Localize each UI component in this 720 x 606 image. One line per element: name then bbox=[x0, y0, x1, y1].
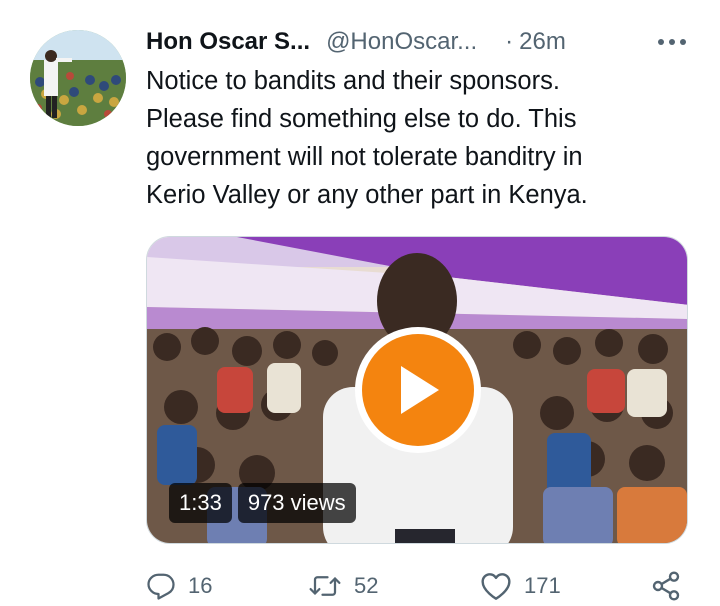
video-duration: 1:33 bbox=[169, 483, 232, 523]
retweet-arrows-icon bbox=[309, 576, 341, 596]
like-button[interactable]: 171 bbox=[480, 566, 561, 606]
video-info: 1:33 973 views bbox=[169, 483, 356, 523]
heart-icon bbox=[481, 573, 511, 600]
share-icon bbox=[652, 571, 680, 601]
timestamp[interactable]: 26m bbox=[519, 28, 566, 56]
video-player[interactable]: 1:33 973 views bbox=[146, 236, 688, 544]
tweet-text-line: Notice to bandits and their sponsors. bbox=[146, 67, 560, 95]
retweet-count: 52 bbox=[354, 573, 379, 598]
tweet-text-line: Kerio Valley or any other part in Kenya. bbox=[146, 181, 588, 209]
more-dots-icon[interactable] bbox=[654, 28, 690, 56]
tweet-text-line: government will not tolerate banditry in bbox=[146, 143, 583, 171]
retweet-button[interactable]: 52 bbox=[308, 566, 378, 606]
like-count: 171 bbox=[524, 573, 561, 598]
separator-dot: · bbox=[505, 28, 514, 55]
play-icon bbox=[401, 366, 439, 414]
tweet-text-line: Please find something else to do. This bbox=[146, 105, 577, 133]
reply-count: 16 bbox=[188, 573, 213, 598]
author-name[interactable]: Hon Oscar S... bbox=[146, 28, 310, 56]
avatar[interactable] bbox=[30, 30, 126, 126]
author-handle[interactable]: @HonOscar... bbox=[326, 28, 477, 56]
avatar-image bbox=[30, 30, 126, 126]
video-views: 973 views bbox=[237, 483, 356, 523]
reply-button[interactable]: 16 bbox=[146, 566, 212, 606]
tweet-actions: 16 52 171 bbox=[146, 566, 694, 606]
tweet-card[interactable]: Hon Oscar S... @HonOscar... · 26m Notice… bbox=[0, 0, 720, 606]
tweet-header: Hon Oscar S... @HonOscar... · 26m bbox=[146, 24, 696, 60]
tweet-text: Notice to bandits and their sponsors. Pl… bbox=[146, 62, 686, 214]
share-button[interactable] bbox=[650, 566, 682, 606]
reply-bubble-icon bbox=[147, 573, 175, 600]
play-button[interactable] bbox=[355, 327, 481, 453]
